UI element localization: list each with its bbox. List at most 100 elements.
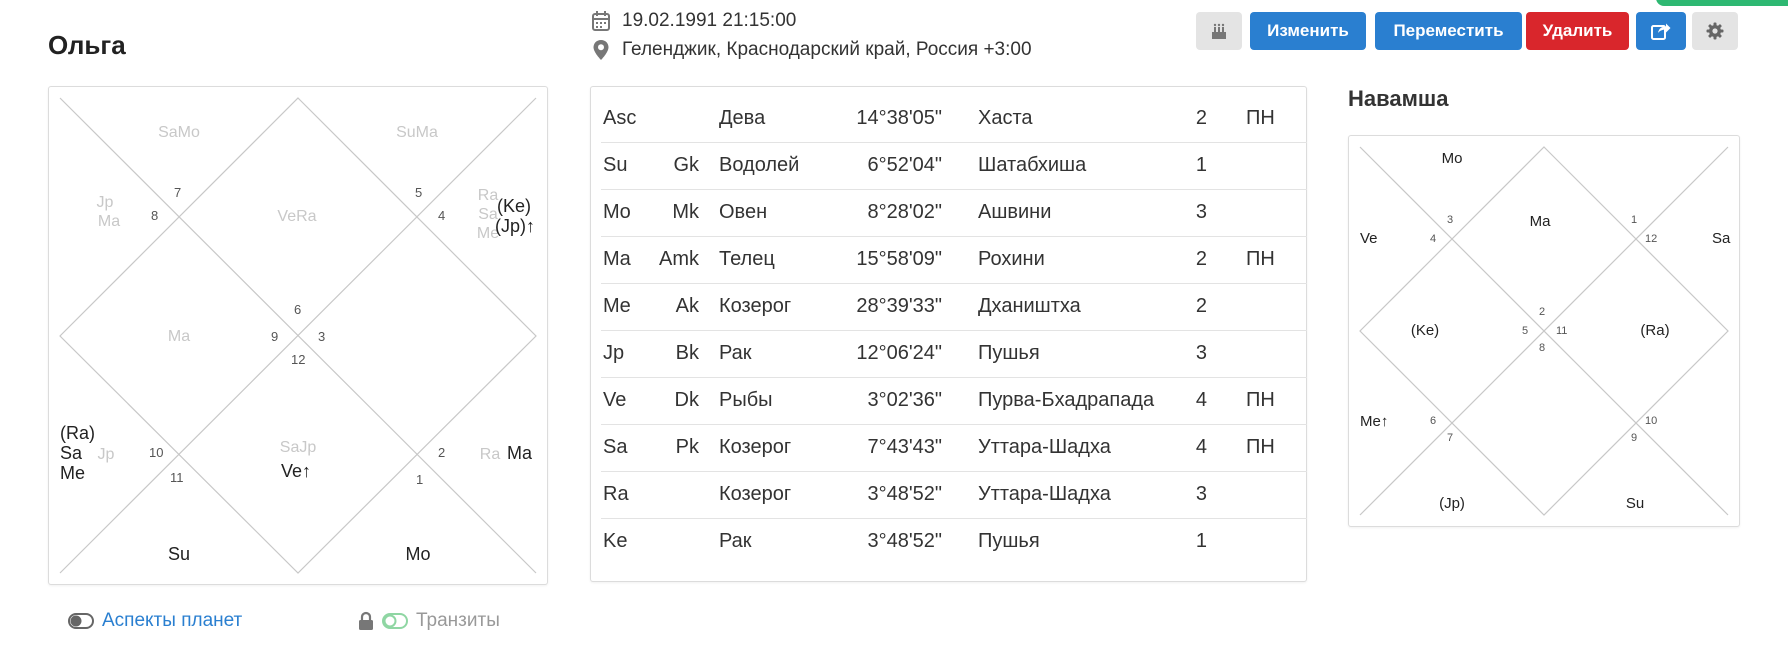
aspects-toggle-row[interactable]: Аспекты планет <box>68 610 242 632</box>
house-number: 7 <box>1447 432 1453 444</box>
cell-nakshatra: Шатабхиша <box>978 154 1087 176</box>
cell-pada: 1 <box>1195 530 1207 552</box>
cell-pada: 4 <box>1195 436 1207 458</box>
toggle-icon[interactable] <box>68 613 94 629</box>
cell-karaka: Pk <box>675 436 699 458</box>
cell-planet: Mo <box>603 201 631 223</box>
transits-label: Транзиты <box>416 610 500 631</box>
house-number: 10 <box>149 445 163 460</box>
planet-label: (Jp) <box>1439 495 1465 512</box>
lock-icon <box>359 611 373 630</box>
planet-label: (Jp)↑ <box>495 216 535 236</box>
cell-degree: 3°48'52" <box>867 483 942 505</box>
faded-planet-label: SaMo <box>158 124 200 141</box>
house-number: 6 <box>1430 415 1436 427</box>
house-number: 1 <box>1631 214 1637 226</box>
share-button[interactable] <box>1636 12 1686 50</box>
cell-pada: 2 <box>1195 248 1207 270</box>
cell-degree: 15°58'09" <box>856 248 942 270</box>
cell-karaka: Bk <box>675 342 699 364</box>
cell-nakshatra: Пушья <box>978 342 1040 364</box>
cell-karaka: Dk <box>674 389 699 411</box>
house-number: 4 <box>438 208 445 223</box>
move-button[interactable]: Переместить <box>1375 12 1522 50</box>
planets-table: Asc Дева 14°38'05" Хаста 2 ПН Su Gk Водолей 6°52'… <box>590 86 1307 582</box>
cell-karaka: Ak <box>675 295 699 317</box>
cell-nakshatra: Ашвини <box>978 201 1052 223</box>
house-number: 11 <box>1556 325 1567 337</box>
cell-pada: 4 <box>1195 389 1207 411</box>
table-row: Asc Дева 14°38'05" Хаста 2 ПН <box>601 95 1307 143</box>
planet-label: Mo <box>1442 150 1463 167</box>
cell-karaka: Gk <box>673 154 699 176</box>
house-number: 10 <box>1645 415 1657 427</box>
settings-button[interactable] <box>1692 12 1738 50</box>
location-line: Геленджик, Краснодарский край, Россия +3… <box>592 39 1032 61</box>
navamsa-chart-panel: 1 2 3 4 5 6 7 8 9 10 11 12 Mo Ve Ma Sa (… <box>1348 135 1740 527</box>
house-number: 7 <box>174 185 181 200</box>
faded-planet-label: SuMa <box>396 124 438 141</box>
table-row: Ra Козерог 3°48'52" Уттара-Шадха 3 <box>601 471 1307 519</box>
cell-nakshatra: Пушья <box>978 530 1040 552</box>
cell-nakshatra: Пурва-Бхадрапада <box>978 389 1155 411</box>
table-row: Me Ak Козерог 28°39'33" Дхаништха 2 <box>601 283 1307 331</box>
cell-degree: 7°43'43" <box>867 436 942 458</box>
cell-planet: Sa <box>603 436 628 458</box>
planet-label: Sa <box>60 443 83 463</box>
table-row: Su Gk Водолей 6°52'04" Шатабхиша 1 <box>601 142 1307 190</box>
cell-sign: Овен <box>719 201 768 223</box>
faded-planet-label: VeRa <box>277 208 316 225</box>
planet-label: Su <box>1626 495 1644 512</box>
planet-label: (Ra) <box>60 423 95 443</box>
cell-degree: 3°48'52" <box>867 530 942 552</box>
transits-toggle-row: Транзиты <box>358 610 500 632</box>
cell-degree: 12°06'24" <box>856 342 942 364</box>
cell-pada: 3 <box>1195 201 1207 223</box>
house-number: 2 <box>438 445 445 460</box>
cell-degree: 3°02'36" <box>867 389 942 411</box>
cell-sign: Рак <box>719 530 752 552</box>
house-number: 4 <box>1430 233 1436 245</box>
house-number: 9 <box>271 329 278 344</box>
house-number: 8 <box>1539 342 1545 354</box>
planet-label: Sa <box>1712 230 1731 247</box>
cell-sign: Телец <box>719 248 775 270</box>
rasi-chart: 1 2 3 4 5 6 7 8 9 10 11 12 SaMo SuMa Jp … <box>59 97 537 574</box>
cell-planet: Ke <box>603 530 628 552</box>
table-row: Mo Mk Овен 8°28'02" Ашвини 3 <box>601 189 1307 237</box>
faded-planet-label: Ma <box>98 213 120 230</box>
faded-planet-label: Jp <box>98 446 115 463</box>
navamsa-chart: 1 2 3 4 5 6 7 8 9 10 11 12 Mo Ve Ma Sa (… <box>1359 146 1731 516</box>
planet-label: Me <box>60 463 85 483</box>
cell-pada: 1 <box>1195 154 1207 176</box>
birth-location: Геленджик, Краснодарский край, Россия +3… <box>622 39 1032 60</box>
house-number: 9 <box>1631 432 1637 444</box>
planet-label: (Ra) <box>1640 322 1669 339</box>
cell-pada: 3 <box>1195 483 1207 505</box>
cell-planet: Su <box>603 154 628 176</box>
cell-planet: Asc <box>603 107 637 129</box>
table-row: Ke Рак 3°48'52" Пушья 1 <box>601 518 1307 565</box>
planet-label: Ma <box>507 443 533 463</box>
edit-button[interactable]: Изменить <box>1250 12 1366 50</box>
birthday-button[interactable] <box>1196 12 1242 50</box>
toggle-icon <box>382 613 408 629</box>
house-number: 11 <box>170 470 184 485</box>
calendar-icon <box>592 11 610 31</box>
table-row: Ma Amk Телец 15°58'09" Рохини 2 ПН <box>601 236 1307 284</box>
navamsa-title: Навамша <box>1348 86 1449 111</box>
delete-button[interactable]: Удалить <box>1526 12 1629 50</box>
cell-planet: Jp <box>603 342 625 364</box>
cell-status: ПН <box>1246 389 1275 411</box>
cell-sign: Дева <box>719 107 766 129</box>
cell-status: ПН <box>1246 248 1275 270</box>
house-number: 3 <box>318 329 325 344</box>
page-title: Ольга <box>48 30 126 60</box>
house-number: 5 <box>1522 325 1528 337</box>
gear-icon <box>1706 22 1724 40</box>
aspects-link[interactable]: Аспекты планет <box>102 610 242 632</box>
cell-sign: Козерог <box>719 436 792 458</box>
cell-nakshatra: Уттара-Шадха <box>978 436 1111 458</box>
house-number: 6 <box>294 302 301 317</box>
cell-nakshatra: Уттара-Шадха <box>978 483 1111 505</box>
